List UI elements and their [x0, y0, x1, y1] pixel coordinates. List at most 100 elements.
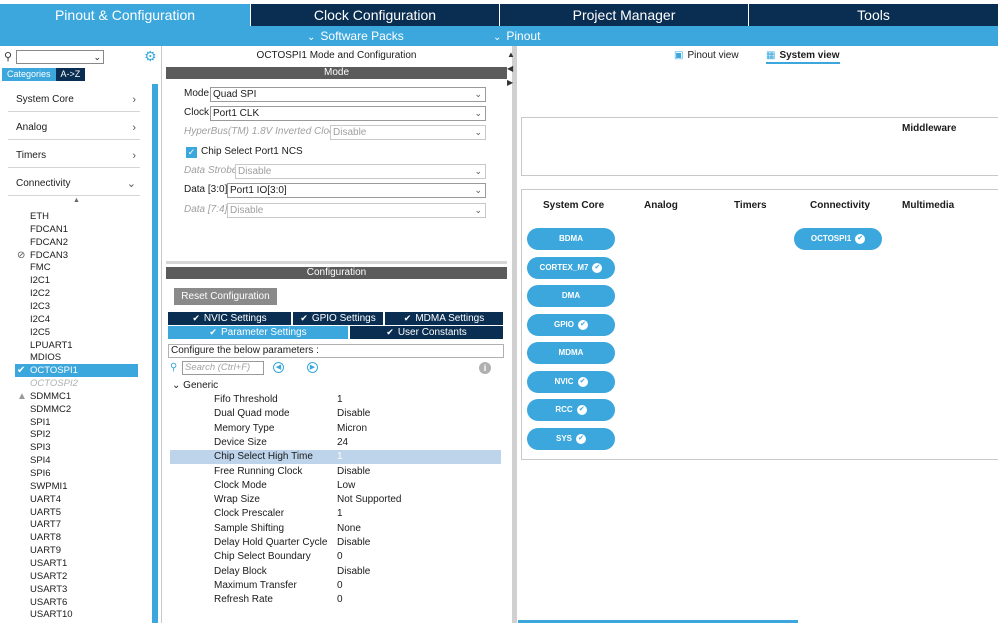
tab-a-to-z[interactable]: A->Z [55, 68, 86, 81]
peripheral-item[interactable]: SDMMC2 [15, 403, 138, 416]
tab-pinout-view[interactable]: ▣ Pinout view [674, 50, 739, 61]
parameter-value[interactable]: Disable [337, 465, 370, 479]
peripheral-item[interactable]: SPI2 [15, 428, 138, 441]
tab-project-manager[interactable]: Project Manager [500, 4, 748, 26]
parameter-value[interactable]: 0 [337, 579, 343, 593]
chevron-down-icon[interactable]: ⌄ [93, 51, 101, 63]
parameter-row[interactable]: Chip Select Boundary 0 [170, 550, 501, 564]
gear-icon[interactable]: ⚙ [144, 48, 157, 65]
tab-tools[interactable]: Tools [749, 4, 998, 26]
generic-group[interactable]: ⌄ Generic [172, 380, 218, 391]
category-timers[interactable]: Timers › [8, 144, 140, 168]
peripheral-pill[interactable]: BDMA [527, 228, 615, 250]
parameter-row[interactable]: Chip Select High Time 1 [170, 450, 501, 465]
parameter-row[interactable]: Clock Mode Low [170, 479, 501, 493]
scroll-up-icon[interactable]: ▲ [73, 197, 80, 204]
mode-select[interactable]: Quad SPI ⌄ [210, 87, 486, 102]
peripheral-item[interactable]: UART8 [15, 531, 138, 544]
peripheral-item[interactable]: UART7 [15, 518, 138, 531]
tab-user-constants[interactable]: ✔ User Constants [350, 326, 503, 339]
parameter-row[interactable]: Delay Block Disable [170, 565, 501, 579]
peripheral-item[interactable]: USART3 [15, 583, 138, 596]
scrollbar-thumb[interactable] [152, 84, 158, 623]
peripheral-item[interactable]: UART9 [15, 544, 138, 557]
category-connectivity[interactable]: Connectivity ⌄ [8, 172, 140, 196]
peripheral-item[interactable]: I2C4 [15, 313, 138, 326]
splitter-bar[interactable] [512, 46, 517, 623]
parameter-value[interactable]: 0 [337, 593, 343, 607]
peripheral-item[interactable]: SWPMI1 [15, 480, 138, 493]
category-system-core[interactable]: System Core › [8, 88, 140, 112]
pinout-menu[interactable]: ⌄ Pinout [493, 29, 540, 45]
category-scrollbar[interactable] [152, 84, 158, 623]
mode-config-divider[interactable] [166, 261, 507, 264]
parameter-value[interactable]: Not Supported [337, 493, 402, 507]
peripheral-item[interactable]: USART10 [15, 608, 138, 621]
parameter-value[interactable]: Low [337, 479, 355, 493]
parameter-row[interactable]: Maximum Transfer 0 [170, 579, 501, 593]
parameter-search-input[interactable]: Search (Ctrl+F) [182, 361, 264, 375]
peripheral-item[interactable]: SPI1 [15, 416, 138, 429]
peripheral-item[interactable]: ETH [15, 210, 138, 223]
peripheral-item[interactable]: FDCAN2 [15, 236, 138, 249]
peripheral-item[interactable]: I2C1 [15, 274, 138, 287]
parameter-row[interactable]: Clock Prescaler 1 [170, 507, 501, 521]
collapse-right-icon[interactable]: ▶ [507, 78, 513, 87]
peripheral-item[interactable]: USART2 [15, 570, 138, 583]
peripheral-item[interactable]: I2C2 [15, 287, 138, 300]
peripheral-pill[interactable]: GPIO ✔ [527, 313, 615, 336]
parameter-row[interactable]: Sample Shifting None [170, 522, 501, 536]
peripheral-item[interactable]: FDCAN1 [15, 223, 138, 236]
previous-match-icon[interactable]: ◀ [273, 362, 284, 373]
parameter-row[interactable]: Delay Hold Quarter Cycle Disable [170, 536, 501, 550]
peripheral-item[interactable]: ▲ SDMMC1 [15, 390, 138, 403]
peripheral-pill[interactable]: RCC ✔ [527, 399, 615, 421]
peripheral-item[interactable]: USART1 [15, 557, 138, 570]
clock-select[interactable]: Port1 CLK ⌄ [210, 106, 486, 121]
collapse-up-icon[interactable]: ▲ [507, 50, 515, 59]
parameter-value[interactable]: 24 [337, 436, 348, 450]
peripheral-item[interactable]: UART4 [15, 493, 138, 506]
parameter-row[interactable]: Refresh Rate 0 [170, 593, 501, 607]
tab-clock-configuration[interactable]: Clock Configuration [251, 4, 499, 26]
category-search-input[interactable]: ⌄ [16, 50, 104, 64]
parameter-row[interactable]: Device Size 24 [170, 436, 501, 450]
tab-parameter-settings[interactable]: ✔ Parameter Settings [168, 326, 348, 339]
peripheral-item[interactable]: ⊘ FDCAN3 [15, 249, 138, 262]
peripheral-pill[interactable]: OCTOSPI1 ✔ [794, 228, 882, 250]
tab-system-view[interactable]: ▦ System view [766, 50, 840, 64]
data-3-0-select[interactable]: Port1 IO[3:0] ⌄ [227, 183, 486, 198]
parameter-value[interactable]: 0 [337, 550, 343, 564]
peripheral-item[interactable]: OCTOSPI2 [15, 377, 138, 390]
parameter-row[interactable]: Memory Type Micron [170, 422, 501, 436]
parameter-value[interactable]: Disable [337, 536, 370, 550]
parameter-row[interactable]: Fifo Threshold 1 [170, 393, 501, 407]
info-icon[interactable]: i [479, 362, 491, 374]
next-match-icon[interactable]: ▶ [307, 362, 318, 373]
tab-pinout-configuration[interactable]: Pinout & Configuration [0, 4, 250, 26]
panel-splitter[interactable]: ▲ ◀ ▶ [507, 46, 518, 623]
peripheral-pill[interactable]: MDMA [527, 342, 615, 364]
tab-gpio-settings[interactable]: ✔ GPIO Settings [293, 312, 383, 325]
peripheral-item[interactable]: LPUART1 [15, 339, 138, 352]
parameter-value[interactable]: Micron [337, 422, 367, 436]
tab-mdma-settings[interactable]: ✔ MDMA Settings [385, 312, 503, 325]
parameter-value[interactable]: Disable [337, 407, 370, 421]
peripheral-pill[interactable]: CORTEX_M7 ✔ [527, 256, 615, 279]
software-packs-menu[interactable]: ⌄ Software Packs [307, 29, 404, 45]
reset-configuration-button[interactable]: Reset Configuration [174, 288, 277, 305]
peripheral-pill[interactable]: NVIC ✔ [527, 370, 615, 393]
peripheral-pill[interactable]: DMA [527, 285, 615, 307]
parameter-value[interactable]: 1 [337, 507, 343, 521]
category-analog[interactable]: Analog › [8, 116, 140, 140]
peripheral-item[interactable]: SPI3 [15, 441, 138, 454]
peripheral-item[interactable]: FMC [15, 261, 138, 274]
peripheral-item[interactable]: I2C5 [15, 326, 138, 339]
peripheral-item[interactable]: SPI4 [15, 454, 138, 467]
peripheral-item[interactable]: I2C3 [15, 300, 138, 313]
peripheral-item[interactable]: MDIOS [15, 351, 138, 364]
parameter-row[interactable]: Free Running Clock Disable [170, 465, 501, 479]
peripheral-item[interactable]: ✔ OCTOSPI1 [15, 364, 138, 378]
tab-nvic-settings[interactable]: ✔ NVIC Settings [168, 312, 291, 325]
parameter-value[interactable]: 1 [337, 393, 343, 407]
